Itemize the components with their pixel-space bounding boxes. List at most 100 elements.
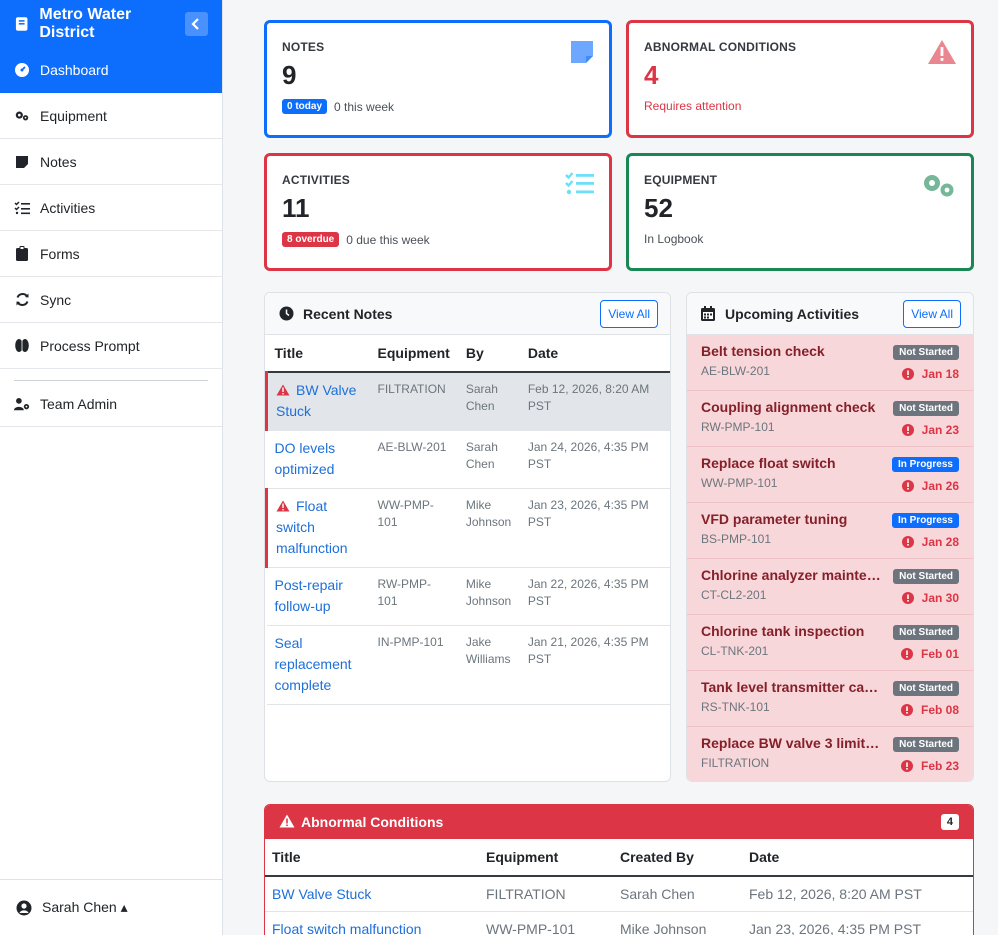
overdue-alert-icon (901, 536, 914, 548)
sidebar-item-dashboard[interactable]: Dashboard (0, 47, 222, 93)
activity-title[interactable]: Chlorine tank inspection (701, 623, 881, 639)
overdue-badge: 8 overdue (282, 232, 340, 247)
table-row[interactable]: Seal replacement complete IN-PMP-101 Jake … (266, 625, 670, 705)
activity-title[interactable]: Chlorine analyzer mainte… (701, 567, 881, 583)
note-title-link[interactable]: DO levels optimized (275, 440, 336, 477)
activities-stat-card[interactable]: ACTIVITIES 11 8 overdue 0 due this week (264, 153, 612, 271)
sidebar-item-forms[interactable]: Forms (0, 231, 222, 277)
table-row[interactable]: Post-repair follow-up RW-PMP-101 Mike John… (266, 567, 670, 626)
sidebar-item-label: Process Prompt (40, 337, 140, 354)
overdue-alert-icon (901, 592, 914, 604)
brain-icon (14, 338, 30, 354)
note-title-cell[interactable]: Post-repair follow-up (266, 567, 370, 626)
activity-title[interactable]: Replace float switch (701, 455, 881, 471)
activity-item[interactable]: Chlorine tank inspection CL-TNK-201 Not St… (687, 615, 973, 671)
note-title-cell[interactable]: BW Valve Stuck (265, 372, 370, 431)
note-title-link[interactable]: Seal replacement complete (275, 635, 352, 693)
sidebar-item-label: Dashboard (40, 62, 109, 78)
column-header[interactable]: By (457, 335, 520, 373)
note-date-cell: Feb 12, 2026, 8:20 AM PST (519, 372, 670, 431)
gears-icon (14, 108, 30, 124)
column-header[interactable]: Title (266, 335, 370, 373)
stat-label: EQUIPMENT (644, 173, 718, 187)
sidebar-item-sync[interactable]: Sync (0, 277, 222, 323)
column-header[interactable]: Created By (613, 839, 742, 877)
collapse-sidebar-button[interactable] (184, 11, 208, 36)
activity-title[interactable]: Belt tension check (701, 343, 881, 359)
abnormal-conditions-table: Title Equipment Created By Date BW Valve… (265, 839, 973, 935)
note-equipment-cell: IN-PMP-101 (369, 625, 458, 705)
sidebar-item-team-admin[interactable]: Team Admin (0, 381, 222, 427)
note-title-cell[interactable]: Seal replacement complete (266, 625, 370, 705)
upcoming-activities-header: Upcoming Activities View All (687, 293, 973, 335)
user-menu[interactable]: Sarah Chen ▴ (0, 879, 222, 935)
sidebar-item-notes[interactable]: Notes (0, 139, 222, 185)
activity-item[interactable]: VFD parameter tuning BS-PMP-101 In Progres… (687, 503, 973, 559)
status-badge: Not Started (893, 401, 959, 416)
overdue-alert-icon (901, 424, 914, 436)
note-author-cell: Jake Williams (457, 625, 520, 705)
condition-title-link[interactable]: BW Valve Stuck (265, 876, 479, 912)
table-row[interactable]: Float switch malfunction WW-PMP-101 Mike J… (265, 911, 973, 935)
activity-title[interactable]: Replace BW valve 3 limit … (701, 735, 881, 751)
condition-equipment-cell: FILTRATION (479, 876, 613, 912)
overdue-alert-icon (901, 368, 914, 380)
list-check-icon (14, 200, 30, 216)
sidebar-item-label: Forms (40, 245, 80, 262)
column-header[interactable]: Date (742, 839, 973, 877)
activity-title[interactable]: Coupling alignment check (701, 399, 881, 415)
due-date: Feb 01 (900, 647, 959, 661)
clipboard-icon (14, 246, 30, 262)
view-all-notes-button[interactable]: View All (600, 299, 658, 328)
chevron-left-icon (191, 17, 200, 30)
note-date-cell: Jan 21, 2026, 4:35 PM PST (519, 625, 670, 705)
today-badge: 0 today (282, 99, 328, 114)
abnormal-stat-card[interactable]: ABNORMAL CONDITIONS 4 Requires attention (626, 20, 974, 138)
status-badge: In Progress (891, 513, 959, 528)
stat-subtext: 0 this week (334, 99, 395, 114)
activity-item[interactable]: Replace BW valve 3 limit … FILTRATION Not … (687, 727, 973, 781)
activity-item[interactable]: Coupling alignment check RW-PMP-101 Not St… (687, 391, 973, 447)
note-equipment-cell: FILTRATION (369, 372, 458, 431)
table-row[interactable]: BW Valve Stuck FILTRATION Sarah Chen Feb 12… (265, 876, 973, 912)
activity-item[interactable]: Chlorine analyzer mainte… CT-CL2-201 Not S… (687, 559, 973, 615)
activity-title[interactable]: VFD parameter tuning (701, 511, 881, 527)
sidebar-item-activities[interactable]: Activities (0, 185, 222, 231)
sidebar-item-equipment[interactable]: Equipment (0, 93, 222, 139)
activity-title[interactable]: Tank level transmitter cali… (701, 679, 881, 695)
column-header[interactable]: Title (265, 839, 479, 877)
user-circle-icon (16, 900, 32, 916)
note-author-cell: Sarah Chen (457, 430, 520, 489)
logbook-icon (15, 16, 28, 31)
upcoming-activities-panel: Upcoming Activities View All Belt tensio… (686, 292, 974, 782)
column-header[interactable]: Date (519, 335, 670, 373)
note-author-cell: Sarah Chen (457, 372, 520, 431)
warning-triangle-icon (279, 814, 295, 830)
due-date-label: Feb 08 (920, 703, 959, 717)
table-row[interactable]: DO levels optimized AE-BLW-201 Sarah Chen J… (266, 430, 670, 489)
column-header[interactable]: Equipment (479, 839, 613, 877)
table-row[interactable]: Float switch malfunction WW-PMP-101 Mike J… (265, 488, 670, 568)
equipment-stat-card[interactable]: EQUIPMENT 52 In Logbook (626, 153, 974, 271)
note-title-cell[interactable]: Float switch malfunction (265, 488, 370, 568)
sidebar-item-process-prompt[interactable]: Process Prompt (0, 323, 222, 369)
dashboard-main: NOTES 9 0 today 0 this week ABNORMAL CON… (223, 0, 998, 935)
user-gear-icon (14, 396, 30, 412)
count-badge: 4 (940, 814, 959, 830)
activity-item[interactable]: Belt tension check AE-BLW-201 Not Started J… (687, 335, 973, 391)
note-title-link[interactable]: Post-repair follow-up (275, 577, 343, 614)
overdue-alert-icon (900, 648, 913, 660)
sidebar-item-label: Notes (40, 153, 77, 170)
due-date-label: Jan 28 (921, 535, 959, 549)
due-date-label: Jan 23 (921, 423, 959, 437)
notes-stat-card[interactable]: NOTES 9 0 today 0 this week (264, 20, 612, 138)
activity-item[interactable]: Replace float switch WW-PMP-101 In Progres… (687, 447, 973, 503)
activity-item[interactable]: Tank level transmitter cali… RS-TNK-101 No… (687, 671, 973, 727)
due-date: Jan 23 (901, 423, 959, 437)
table-row[interactable]: BW Valve Stuck FILTRATION Sarah Chen Feb 12… (265, 372, 670, 431)
column-header[interactable]: Equipment (369, 335, 458, 373)
view-all-activities-button[interactable]: View All (903, 299, 961, 328)
sidebar-item-label: Sync (40, 291, 72, 308)
condition-title-link[interactable]: Float switch malfunction (265, 911, 479, 935)
note-title-cell[interactable]: DO levels optimized (266, 430, 370, 489)
